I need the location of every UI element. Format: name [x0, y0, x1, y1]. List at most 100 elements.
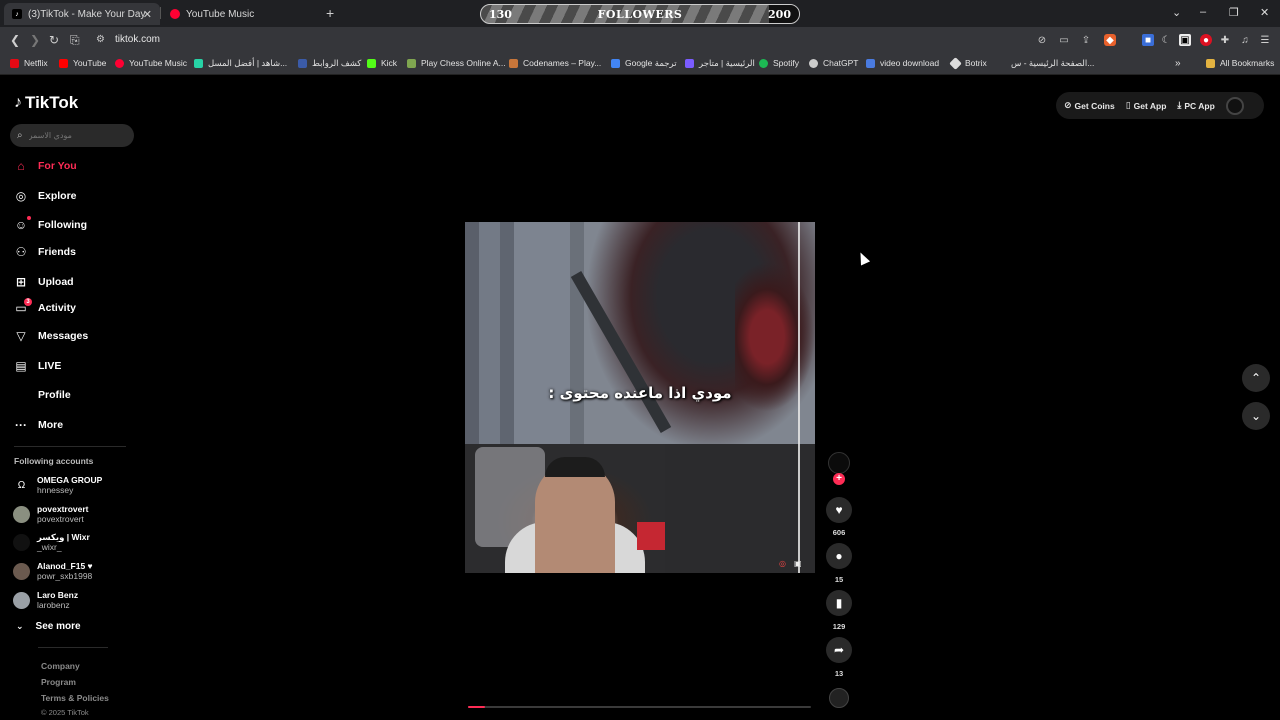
bookmark-favicon-icon — [759, 58, 768, 68]
nav-friends[interactable]: ⚇ Friends — [14, 243, 76, 261]
close-tab-icon[interactable]: ✕ — [143, 8, 152, 21]
account-handle: _wixr_ — [37, 542, 62, 552]
extension-moon-icon[interactable]: ☾ — [1160, 34, 1172, 46]
share-button[interactable]: ➦ — [826, 637, 852, 663]
nav-more[interactable]: ··· More — [14, 416, 63, 434]
bookmark-item[interactable]: Kick — [367, 58, 397, 68]
nav-explore[interactable]: ◎ Explore — [14, 187, 77, 205]
more-bookmarks-icon[interactable]: » — [1175, 58, 1181, 69]
search-input[interactable] — [28, 131, 119, 140]
nav-live[interactable]: ▤ LIVE — [14, 357, 61, 375]
nav-messages[interactable]: ▽ Messages — [14, 327, 88, 345]
following-account[interactable]: Ω OMEGA GROUP hnnessey — [13, 475, 102, 495]
extension-red-icon[interactable]: ● — [1200, 34, 1212, 46]
cast-icon[interactable]: ▭ — [1058, 34, 1070, 46]
address-bar[interactable]: tiktok.com — [115, 34, 160, 45]
activity-icon: ▭ 3 — [14, 298, 32, 315]
tab-tiktok[interactable]: ♪ (3)TikTok - Make Your Day ✕ — [4, 3, 160, 25]
restore-icon[interactable]: ❐ — [1229, 6, 1239, 19]
bookmark-item[interactable]: ChatGPT — [809, 58, 858, 68]
pc-app-button[interactable]: ⤓ PC App — [1177, 100, 1214, 111]
bookmark-item[interactable]: Play Chess Online A... — [407, 58, 506, 68]
profile-avatar[interactable] — [1225, 96, 1244, 115]
brave-shields-icon[interactable]: ◆ — [1104, 34, 1116, 46]
all-bookmarks-folder[interactable]: All Bookmarks — [1206, 58, 1274, 68]
bookmark-item[interactable]: video download — [866, 58, 939, 68]
bookmark-item[interactable]: Spotify — [759, 58, 799, 68]
mouse-cursor-icon — [855, 250, 871, 266]
follow-plus-icon[interactable]: + — [833, 473, 845, 485]
bookmark-item[interactable]: شاهد | أفضل المسل... — [194, 58, 287, 69]
nav-profile[interactable]: Profile — [14, 386, 71, 404]
media-control-icon[interactable]: ♫ — [1239, 34, 1251, 46]
footer-link-company[interactable]: Company — [41, 661, 80, 671]
following-account[interactable]: povextrovert povextrovert — [13, 504, 89, 524]
followers-goal-widget: 130 FOLLOWERS 200 — [480, 4, 800, 24]
previous-video-button[interactable]: ⌃ — [1242, 364, 1270, 392]
get-app-button[interactable]: ▯ Get App — [1126, 100, 1167, 111]
nav-for-you[interactable]: ⌂ For You — [14, 157, 76, 175]
video-progress-bar[interactable] — [468, 706, 811, 708]
minimize-icon[interactable]: – — [1200, 6, 1206, 18]
extensions-puzzle-icon[interactable]: ✚ — [1219, 34, 1231, 46]
extension-square-icon[interactable]: ▣ — [1179, 34, 1191, 46]
back-icon[interactable]: ❮ — [10, 33, 20, 47]
bookmark-favicon-icon — [866, 58, 875, 68]
footer-link-terms[interactable]: Terms & Policies — [41, 693, 109, 703]
like-button[interactable]: ♥ — [826, 497, 852, 523]
bookmark-label: YouTube Music — [129, 58, 187, 68]
nav-activity[interactable]: ▭ 3 Activity — [14, 298, 76, 317]
bookmark-favicon-icon — [611, 59, 620, 68]
bookmark-item[interactable]: YouTube Music — [115, 58, 187, 68]
bookmark-item[interactable]: الصفحة الرئيسية - س... — [1011, 58, 1094, 69]
save-count: 129 — [832, 622, 846, 631]
logo-text: TikTok — [25, 93, 79, 112]
bookmark-item[interactable]: Codenames – Play... — [509, 58, 601, 68]
chevron-down-icon: ⌄ — [1250, 409, 1262, 423]
following-account[interactable]: Alanod_F15 ♥ powr_sxb1998 — [13, 561, 93, 581]
share-icon[interactable]: ⇪ — [1080, 34, 1092, 46]
account-name: Alanod_F15 ♥ — [37, 561, 93, 571]
next-video-button[interactable]: ⌄ — [1242, 402, 1270, 430]
search-box[interactable]: ⌕ — [10, 124, 134, 147]
extension-blue-icon[interactable]: ■ — [1142, 34, 1154, 46]
tiktok-logo[interactable]: ♪ TikTok — [14, 93, 78, 113]
bookmark-favicon-icon — [509, 58, 518, 68]
browser-menu-icon[interactable]: ☰ — [1259, 34, 1271, 46]
tab-search-chevron-icon[interactable]: ⌄ — [1172, 6, 1181, 19]
bookmark-item[interactable]: الرئيسية | متاجر — [685, 58, 755, 69]
nav-label: Explore — [38, 190, 77, 202]
bookmark-page-icon[interactable]: ⎘ — [70, 33, 80, 48]
share-arrow-icon: ➦ — [833, 643, 845, 657]
bookmark-favicon-icon — [685, 59, 694, 68]
video-person-hair — [545, 457, 605, 477]
forward-icon[interactable]: ❯ — [30, 33, 40, 47]
nav-following[interactable]: ☺ Following — [14, 216, 87, 234]
see-more-button[interactable]: ⌄ See more — [16, 621, 81, 632]
nav-upload[interactable]: ⊞ Upload — [14, 273, 74, 291]
save-button[interactable]: ▮ — [826, 590, 852, 616]
bookmark-label: Codenames – Play... — [523, 58, 602, 68]
comment-button[interactable]: ● — [826, 543, 852, 569]
followers-goal-label: FOLLOWERS — [597, 8, 683, 21]
following-account[interactable]: ويكسر | Wixr _wixr_ — [13, 532, 90, 552]
footer-link-program[interactable]: Program — [41, 677, 76, 687]
bookmark-item[interactable]: Netflix — [10, 58, 48, 68]
bookmark-item[interactable]: YouTube — [59, 58, 106, 68]
new-tab-icon[interactable]: + — [326, 5, 334, 21]
following-account[interactable]: Laro Benz larobenz — [13, 590, 78, 610]
tab-youtube-music[interactable]: YouTube Music — [162, 3, 320, 25]
music-disc-icon[interactable] — [829, 688, 849, 708]
site-info-icon[interactable]: ⚙ — [96, 34, 105, 45]
bookmark-item[interactable]: Google ترجمة — [611, 58, 677, 69]
bookmark-item[interactable]: Botrix — [949, 56, 987, 70]
reload-icon[interactable]: ↻ — [49, 33, 59, 47]
video-player[interactable]: مودي اذا ماعنده محتوى : ◎ ▣ — [465, 222, 815, 573]
no-tracking-icon[interactable]: ⊘ — [1036, 34, 1048, 46]
bookmark-item[interactable]: كشف الروابط — [298, 58, 361, 69]
creator-avatar[interactable] — [828, 452, 850, 474]
nav-label: More — [38, 419, 64, 431]
close-window-icon[interactable]: ✕ — [1260, 6, 1269, 19]
nav-label: Upload — [38, 276, 74, 288]
get-coins-button[interactable]: ⊘ Get Coins — [1064, 100, 1115, 111]
